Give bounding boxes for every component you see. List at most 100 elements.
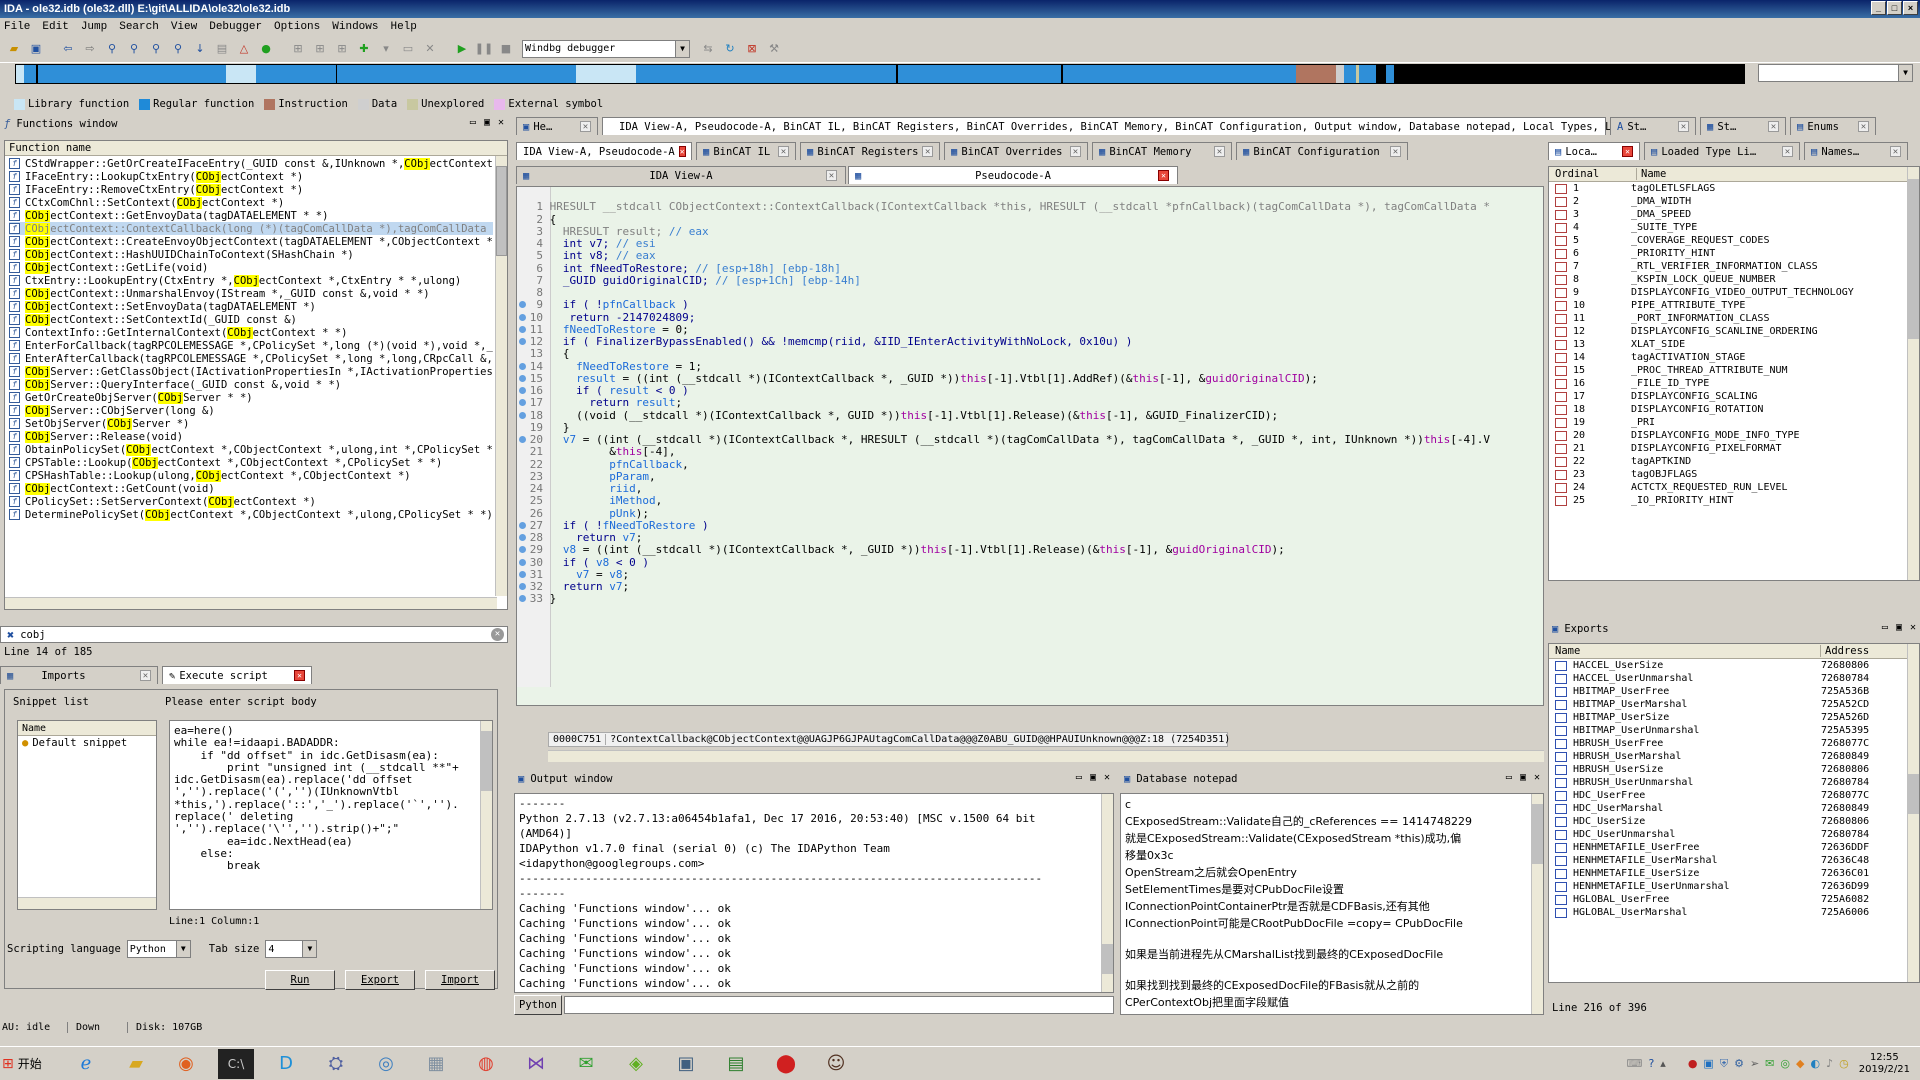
tray-app4-icon[interactable]: ◐ — [1810, 1057, 1820, 1070]
tool-app-icon[interactable]: ◈ — [618, 1049, 654, 1079]
close-icon[interactable]: ✕ — [1678, 121, 1689, 132]
local-type-row[interactable]: 22 tagAPTKIND — [1549, 455, 1919, 468]
local-type-row[interactable]: 14 tagACTIVATION_STAGE — [1549, 351, 1919, 364]
search-binary-icon[interactable]: ⚲ — [146, 39, 166, 59]
local-type-row[interactable]: 13 XLAT_SIDE — [1549, 338, 1919, 351]
close-icon[interactable]: ✕ — [140, 670, 151, 681]
float-icon[interactable]: ▣ — [1090, 772, 1096, 783]
restore-icon[interactable]: ▭ — [1076, 772, 1082, 783]
binoculars-icon[interactable]: ⚲ — [102, 39, 122, 59]
function-row[interactable]: f ContextInfo::GetInternalContext(CObj ect… — [9, 326, 493, 339]
help-icon[interactable]: ? — [1648, 1057, 1654, 1070]
cross-icon[interactable]: ✕ — [420, 39, 440, 59]
tab-loaded-type-libraries[interactable]: ▤ Loaded Type Li… ✕ — [1644, 142, 1800, 160]
tab-names[interactable]: ▤ Names… ✕ — [1804, 142, 1908, 160]
tray-app2-icon[interactable]: ◎ — [1780, 1057, 1790, 1070]
ie-icon[interactable]: ℯ — [68, 1049, 104, 1079]
export-row[interactable]: HDC_UserMarshal 72680849 — [1549, 802, 1919, 815]
local-type-row[interactable]: 20 DISPLAYCONFIG_MODE_INFO_TYPE — [1549, 429, 1919, 442]
monitor-icon[interactable]: ▣ — [668, 1049, 704, 1079]
close-icon[interactable]: ✕ — [1070, 146, 1081, 157]
tray-volume-icon[interactable]: ♪ — [1826, 1057, 1833, 1070]
local-type-row[interactable]: 23 tagOBJFLAGS — [1549, 468, 1919, 481]
save-icon[interactable]: ▣ — [26, 39, 46, 59]
local-type-row[interactable]: 21 DISPLAYCONFIG_PIXELFORMAT — [1549, 442, 1919, 455]
close-icon[interactable]: ✕ — [498, 117, 504, 128]
local-type-row[interactable]: 24 ACTCTX_REQUESTED_RUN_LEVEL — [1549, 481, 1919, 494]
play-icon[interactable]: ▶ — [452, 39, 472, 59]
export-row[interactable]: HDC_UserUnmarshal 72680784 — [1549, 828, 1919, 841]
tray-clock-icon[interactable]: ◷ — [1839, 1057, 1849, 1070]
function-row[interactable]: f CPSTable::Lookup(CObj ectContext *,CObje… — [9, 456, 493, 469]
export-row[interactable]: HDC_UserSize 72680806 — [1549, 815, 1919, 828]
menu-options[interactable]: Options — [274, 21, 320, 33]
tool-icon[interactable]: ⚒ — [764, 39, 784, 59]
nav-select[interactable]: ▼ — [1758, 64, 1913, 82]
graph-icon[interactable]: △ — [234, 39, 254, 59]
run-button[interactable]: Run — [265, 970, 335, 990]
menu-help[interactable]: Help — [390, 21, 416, 33]
record-icon[interactable]: ⬤ — [768, 1049, 804, 1079]
camera-icon[interactable]: ▭ — [398, 39, 418, 59]
function-row[interactable]: f EnterForCallback(tagRPCOLEMESSAGE *,CPo… — [9, 339, 493, 352]
export-row[interactable]: HDC_UserFree 7268077C — [1549, 789, 1919, 802]
local-type-row[interactable]: 10 PIPE_ATTRIBUTE_TYPE — [1549, 299, 1919, 312]
minimize-button[interactable]: _ — [1871, 1, 1886, 15]
keyboard-icon[interactable]: ⌨ — [1627, 1057, 1643, 1070]
menu-search[interactable]: Search — [119, 21, 159, 33]
cli-input[interactable] — [564, 995, 1114, 1014]
local-type-row[interactable]: 16 _FILE_ID_TYPE — [1549, 377, 1919, 390]
local-type-row[interactable]: 11 _PORT_INFORMATION_CLASS — [1549, 312, 1919, 325]
function-row[interactable]: f CObj ectContext::SetEnvoyData(tagDATAELE… — [9, 300, 493, 313]
browser-icon[interactable]: ◎ — [368, 1049, 404, 1079]
tray-shield-icon[interactable]: ⛨ — [1720, 1057, 1728, 1071]
func-icon[interactable]: ⊞ — [288, 39, 308, 59]
close-icon[interactable]: ✕ — [1214, 146, 1225, 157]
function-row[interactable]: f SetObjServer(CObj Server *) — [9, 417, 493, 430]
export-row[interactable]: HACCEL_UserUnmarshal 72680784 — [1549, 672, 1919, 685]
tab-pseudocode-a[interactable]: ▦ Pseudocode-A ✕ — [848, 166, 1178, 184]
export-row[interactable]: HGLOBAL_UserMarshal 725A6006 — [1549, 906, 1919, 919]
close-icon[interactable]: ✕ — [1768, 121, 1779, 132]
export-row[interactable]: HBRUSH_UserUnmarshal 72680784 — [1549, 776, 1919, 789]
terminal-icon[interactable]: ▤ — [718, 1049, 754, 1079]
function-row[interactable]: f CObj ectContext::UnmarshalEnvoy(IStream … — [9, 287, 493, 300]
tab-bincat-overrides[interactable]: ▦ BinCAT Overrides ✕ — [944, 142, 1088, 160]
network-icon[interactable]: ⛭ — [318, 1049, 354, 1079]
restore-icon[interactable]: ▭ — [470, 117, 476, 128]
function-row[interactable]: f ObtainPolicySet(CObj ectContext *,CObjec… — [9, 443, 493, 456]
download-icon[interactable]: ↓ — [190, 39, 210, 59]
export-row[interactable]: HBITMAP_UserUnmarshal 725A5395 — [1549, 724, 1919, 737]
local-type-row[interactable]: 6 _PRIORITY_HINT — [1549, 247, 1919, 260]
pseudocode-view[interactable]: 1 HRESULT __stdcall CObjectContext::Cont… — [516, 186, 1544, 706]
tab-bincat-memory[interactable]: ▦ BinCAT Memory ✕ — [1092, 142, 1232, 160]
close-icon[interactable]: ✕ — [1910, 622, 1916, 633]
dot-green-icon[interactable]: ● — [256, 39, 276, 59]
function-row[interactable]: f CObj Server::GetClassObject(IActivationP… — [9, 365, 493, 378]
patch-icon[interactable]: ▤ — [212, 39, 232, 59]
tab-main-group[interactable]: IDA View-A, Pseudocode-A, BinCAT IL, Bin… — [602, 117, 1661, 135]
local-type-row[interactable]: 1 tagOLETLSFLAGS — [1549, 182, 1919, 195]
menu-file[interactable]: File — [4, 21, 30, 33]
functions-scrollbar[interactable] — [495, 156, 507, 596]
import-button[interactable]: Import — [425, 970, 495, 990]
close-icon[interactable]: ✕ — [1104, 772, 1110, 783]
close-icon[interactable]: ✕ — [294, 670, 305, 681]
close-icon[interactable]: ✕ — [1890, 146, 1901, 157]
close-icon[interactable]: ✕ — [678, 146, 686, 157]
export-row[interactable]: HENHMETAFILE_UserSize 72636C01 — [1549, 867, 1919, 880]
menu-jump[interactable]: Jump — [81, 21, 107, 33]
search-next-icon[interactable]: ⚲ — [168, 39, 188, 59]
navigation-band[interactable] — [15, 64, 1745, 84]
local-type-row[interactable]: 4 _SUITE_TYPE — [1549, 221, 1919, 234]
local-type-row[interactable]: 25 _IO_PRIORITY_HINT — [1549, 494, 1919, 507]
ida-icon[interactable]: ☺ — [818, 1049, 854, 1079]
column-function-name[interactable]: Function name — [5, 141, 507, 156]
close-icon[interactable]: ✕ — [778, 146, 789, 157]
console-icon[interactable]: C:\ — [218, 1048, 254, 1079]
clear-filter-icon[interactable]: ✕ — [491, 628, 504, 641]
function-row[interactable]: f CPSHashTable::Lookup(ulong, CObj ectConte… — [9, 469, 493, 482]
function-row[interactable]: f IFaceEntry::RemoveCtxEntry(CObj ectConte… — [9, 183, 493, 196]
tray-app3-icon[interactable]: ◆ — [1796, 1057, 1804, 1070]
function-row[interactable]: f CStdWrapper::GetOrCreateIFaceEntry(_GUI… — [9, 157, 493, 170]
